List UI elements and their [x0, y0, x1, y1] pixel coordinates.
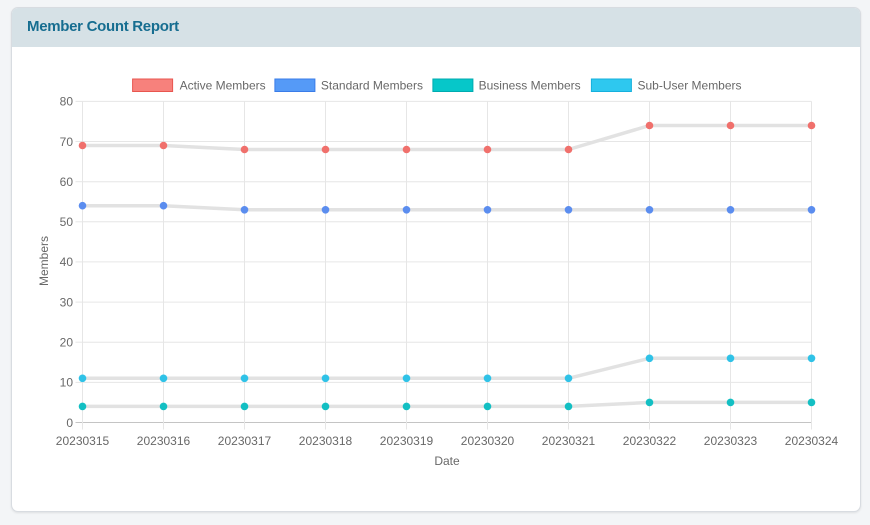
svg-text:20230318: 20230318 [299, 434, 353, 448]
svg-text:60: 60 [60, 175, 74, 189]
svg-text:Standard Members: Standard Members [321, 78, 423, 92]
svg-text:40: 40 [60, 255, 74, 269]
svg-text:0: 0 [66, 416, 73, 430]
svg-text:20230315: 20230315 [56, 434, 110, 448]
svg-text:20230317: 20230317 [218, 434, 272, 448]
svg-text:20230321: 20230321 [542, 434, 596, 448]
svg-text:80: 80 [60, 95, 74, 109]
svg-text:20230323: 20230323 [704, 434, 758, 448]
svg-text:Business Members: Business Members [479, 78, 581, 92]
svg-text:70: 70 [60, 135, 74, 149]
svg-text:50: 50 [60, 215, 74, 229]
svg-text:Date: Date [434, 454, 460, 468]
svg-text:20230320: 20230320 [461, 434, 515, 448]
svg-text:20230324: 20230324 [785, 434, 839, 448]
svg-text:10: 10 [60, 376, 74, 390]
svg-text:20230316: 20230316 [137, 434, 191, 448]
svg-text:20230322: 20230322 [623, 434, 677, 448]
svg-text:20230319: 20230319 [380, 434, 434, 448]
svg-text:Sub-User Members: Sub-User Members [638, 78, 742, 92]
svg-text:20: 20 [60, 336, 74, 350]
svg-text:Active Members: Active Members [180, 78, 266, 92]
svg-text:30: 30 [60, 295, 74, 309]
svg-text:Members: Members [37, 236, 51, 286]
